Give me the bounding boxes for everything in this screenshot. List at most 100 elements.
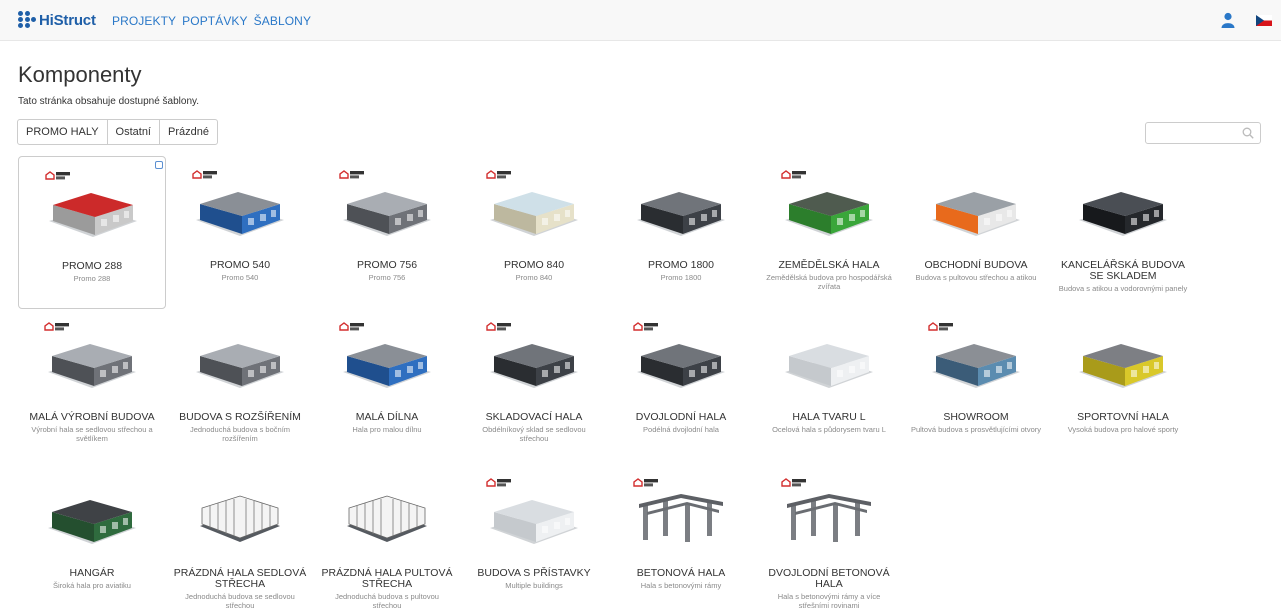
template-title: PRÁZDNÁ HALA PULTOVÁ STŘECHA bbox=[321, 567, 453, 590]
template-description: Promo 756 bbox=[368, 273, 406, 282]
template-thumbnail-icon bbox=[629, 482, 733, 556]
template-card[interactable]: HANGÁR Široká hala pro aviatiku bbox=[18, 464, 166, 608]
template-description: Hala pro malou dílnu bbox=[352, 425, 422, 434]
template-title: KANCELÁŘSKÁ BUDOVA SE SKLADEM bbox=[1060, 259, 1186, 282]
template-description: Promo 840 bbox=[515, 273, 553, 282]
filter-promo-haly-button[interactable]: PROMO HALY bbox=[17, 119, 108, 145]
main-nav: PROJEKTY POPTÁVKY ŠABLONY bbox=[112, 14, 311, 28]
template-card[interactable]: ZEMĚDĚLSKÁ HALA Zemědělská budova pro hos… bbox=[755, 156, 903, 309]
search-icon[interactable] bbox=[1242, 127, 1254, 139]
template-title: SPORTOVNÍ HALA bbox=[1077, 411, 1169, 423]
template-title: PROMO 840 bbox=[503, 259, 565, 271]
template-description: Ocelová hala s půdorysem tvaru L bbox=[772, 425, 886, 434]
template-title: DVOJLODNÍ BETONOVÁ HALA bbox=[768, 567, 890, 590]
template-card[interactable]: DVOJLODNÍ HALA Podélná dvojlodní hala bbox=[607, 308, 755, 461]
filter-button-group: PROMO HALY Ostatní Prázdné bbox=[17, 119, 218, 145]
template-card[interactable]: SHOWROOM Pultová budova s prosvětlujícími… bbox=[902, 308, 1050, 461]
template-card[interactable]: PRÁZDNÁ HALA PULTOVÁ STŘECHA Jednoduchá b… bbox=[313, 464, 461, 608]
template-thumbnail-icon bbox=[924, 326, 1028, 400]
template-thumbnail-icon bbox=[40, 326, 144, 400]
template-card[interactable]: SPORTOVNÍ HALA Vysoká budova pro halové s… bbox=[1049, 308, 1197, 461]
template-description: Budova s atikou a vodorovnými panely bbox=[1058, 284, 1188, 293]
template-thumbnail-icon bbox=[188, 482, 292, 556]
template-card[interactable]: PROMO 840 Promo 840 bbox=[460, 156, 608, 309]
user-icon[interactable] bbox=[1220, 12, 1236, 28]
nav-poptavky[interactable]: POPTÁVKY bbox=[182, 14, 248, 28]
select-checkbox[interactable] bbox=[155, 161, 163, 169]
template-card[interactable]: DVOJLODNÍ BETONOVÁ HALA Hala s betonovými… bbox=[755, 464, 903, 608]
template-title: BUDOVA S ROZŠÍŘENÍM bbox=[179, 411, 301, 423]
template-description: Jednoduchá budova s pultovou střechou bbox=[335, 592, 439, 608]
template-description: Multiple buildings bbox=[505, 581, 563, 590]
template-card[interactable]: MALÁ VÝROBNÍ BUDOVA Výrobní hala se sedlo… bbox=[18, 308, 166, 461]
template-thumbnail-icon bbox=[335, 482, 439, 556]
nav-sablony[interactable]: ŠABLONY bbox=[254, 14, 311, 28]
template-title: PROMO 540 bbox=[209, 259, 271, 271]
template-description: Hala s betonovými rámy bbox=[640, 581, 722, 590]
filter-prazdne-button[interactable]: Prázdné bbox=[159, 119, 218, 145]
template-thumbnail-icon bbox=[777, 482, 881, 556]
template-description: Promo 1800 bbox=[660, 273, 702, 282]
template-card[interactable]: BUDOVA S PŘÍSTAVKY Multiple buildings bbox=[460, 464, 608, 608]
template-card[interactable]: MALÁ DÍLNA Hala pro malou dílnu bbox=[313, 308, 461, 461]
template-card[interactable]: PROMO 540 Promo 540 bbox=[166, 156, 314, 309]
template-thumbnail-icon bbox=[188, 326, 292, 400]
template-title: PROMO 756 bbox=[356, 259, 418, 271]
template-card[interactable]: PRÁZDNÁ HALA SEDLOVÁ STŘECHA Jednoduchá b… bbox=[166, 464, 314, 608]
template-thumbnail-icon bbox=[335, 326, 439, 400]
filter-ostatni-button[interactable]: Ostatní bbox=[106, 119, 160, 145]
template-title: ZEMĚDĚLSKÁ HALA bbox=[778, 259, 880, 271]
template-card[interactable]: PROMO 1800 Promo 1800 bbox=[607, 156, 755, 309]
cz-flag-icon[interactable] bbox=[1256, 15, 1272, 26]
template-description: Zemědělská budova pro hospodářská zvířat… bbox=[766, 273, 892, 291]
template-title: SHOWROOM bbox=[943, 411, 1009, 423]
template-card[interactable]: KANCELÁŘSKÁ BUDOVA SE SKLADEM Budova s at… bbox=[1049, 156, 1197, 309]
template-title: OBCHODNÍ BUDOVA bbox=[924, 259, 1028, 271]
template-title: PROMO 288 bbox=[61, 260, 123, 272]
template-title: BUDOVA S PŘÍSTAVKY bbox=[477, 567, 591, 579]
search-input[interactable] bbox=[1145, 122, 1261, 144]
histruct-logo[interactable]: HiStruct bbox=[16, 11, 96, 29]
nav-projekty[interactable]: PROJEKTY bbox=[112, 14, 176, 28]
template-description: Podélná dvojlodní hala bbox=[643, 425, 719, 434]
template-card[interactable]: PROMO 756 Promo 756 bbox=[313, 156, 461, 309]
template-thumbnail-icon bbox=[924, 174, 1028, 248]
template-card[interactable]: PROMO 288 Promo 288 bbox=[18, 156, 166, 309]
template-thumbnail-icon bbox=[335, 174, 439, 248]
template-title: HANGÁR bbox=[69, 567, 115, 579]
template-grid: PROMO 288 Promo 288 PROMO 540 Promo 540 PROM… bbox=[0, 155, 1281, 608]
template-thumbnail-icon bbox=[41, 175, 145, 249]
template-title: MALÁ VÝROBNÍ BUDOVA bbox=[29, 411, 155, 423]
template-card[interactable]: BETONOVÁ HALA Hala s betonovými rámy bbox=[607, 464, 755, 608]
template-card[interactable]: OBCHODNÍ BUDOVA Budova s pultovou střecho… bbox=[902, 156, 1050, 309]
template-title: PRÁZDNÁ HALA SEDLOVÁ STŘECHA bbox=[173, 567, 307, 590]
template-description: Vysoká budova pro halové sporty bbox=[1067, 425, 1179, 434]
template-description: Pultová budova s prosvětlujícími otvory bbox=[910, 425, 1042, 434]
template-title: BETONOVÁ HALA bbox=[636, 567, 726, 579]
template-description: Obdélníkový sklad se sedlovou střechou bbox=[482, 425, 586, 443]
brand-name: HiStruct bbox=[39, 11, 96, 29]
template-title: SKLADOVACÍ HALA bbox=[485, 411, 583, 423]
template-card[interactable]: HALA TVARU L Ocelová hala s půdorysem tva… bbox=[755, 308, 903, 461]
template-title: PROMO 1800 bbox=[648, 259, 714, 271]
template-thumbnail-icon bbox=[777, 174, 881, 248]
template-description: Promo 288 bbox=[73, 274, 111, 283]
template-card[interactable]: SKLADOVACÍ HALA Obdélníkový sklad se sedl… bbox=[460, 308, 608, 461]
template-description: Výrobní hala se sedlovou střechou a svět… bbox=[31, 425, 153, 443]
template-thumbnail-icon bbox=[1071, 174, 1175, 248]
template-thumbnail-icon bbox=[482, 174, 586, 248]
template-thumbnail-icon bbox=[629, 174, 733, 248]
template-description: Jednoduchá budova s bočním rozšířením bbox=[189, 425, 291, 443]
logo-dots-icon bbox=[16, 11, 36, 29]
template-description: Budova s pultovou střechou a atikou bbox=[915, 273, 1037, 282]
template-description: Hala s betonovými rámy a více střešními … bbox=[777, 592, 881, 608]
template-description: Promo 540 bbox=[221, 273, 259, 282]
template-thumbnail-icon bbox=[188, 174, 292, 248]
template-thumbnail-icon bbox=[482, 482, 586, 556]
template-thumbnail-icon bbox=[777, 326, 881, 400]
template-thumbnail-icon bbox=[482, 326, 586, 400]
template-title: HALA TVARU L bbox=[792, 411, 866, 423]
template-card[interactable]: BUDOVA S ROZŠÍŘENÍM Jednoduchá budova s b… bbox=[166, 308, 314, 461]
template-thumbnail-icon bbox=[629, 326, 733, 400]
top-navbar: HiStruct PROJEKTY POPTÁVKY ŠABLONY bbox=[0, 0, 1281, 41]
